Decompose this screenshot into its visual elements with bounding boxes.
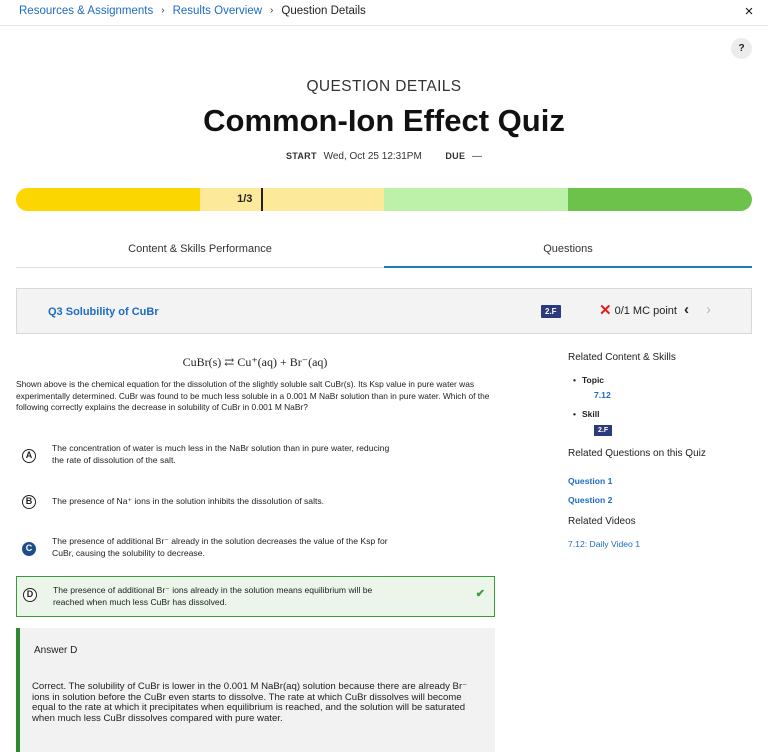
progress-segment: 1/3: [200, 188, 384, 211]
breadcrumb-results-link[interactable]: Results Overview: [173, 5, 262, 17]
choice-letter: B: [22, 495, 36, 509]
top-bar: Resources & Assignments › Results Overvi…: [0, 0, 768, 26]
choice-letter-selected: C: [22, 542, 36, 556]
breadcrumb: Resources & Assignments › Results Overvi…: [19, 4, 366, 18]
answer-choice-a[interactable]: A The concentration of water is much les…: [16, 443, 495, 471]
prev-question-button[interactable]: ‹: [684, 301, 689, 318]
choice-text: The presence of Na⁺ ions in the solution…: [52, 496, 325, 506]
question-score: ✕ 0/1 MC point: [599, 302, 677, 319]
related-questions-heading: Related Questions on this Quiz: [568, 448, 706, 459]
question-equation: CuBr(s) ⇄ Cu⁺(aq) + Br⁻(aq): [182, 355, 328, 369]
question-prompt: Shown above is the chemical equation for…: [16, 379, 490, 412]
close-icon[interactable]: ×: [739, 2, 759, 22]
skill-badge: 2.F: [541, 305, 561, 318]
related-video-link[interactable]: 7.12: Daily Video 1: [568, 539, 640, 549]
help-icon[interactable]: ?: [731, 38, 752, 59]
question-title[interactable]: Q3 Solubility of CuBr: [48, 306, 159, 318]
choice-text: The presence of additional Br⁻ already i…: [52, 536, 388, 558]
due-value: —: [472, 151, 483, 162]
quiz-dates: START Wed, Oct 25 12:31PM DUE —: [0, 151, 768, 162]
progress-segment: [384, 188, 568, 211]
choice-letter: D: [23, 588, 37, 602]
start-label: START: [285, 151, 317, 161]
answer-title: Answer D: [34, 645, 78, 656]
tab-content-skills[interactable]: Content & Skills Performance: [16, 232, 384, 267]
page-eyebrow: QUESTION DETAILS: [306, 78, 462, 95]
quiz-progress-bar: 1/3: [16, 188, 752, 211]
related-question-link[interactable]: Question 1: [568, 476, 612, 486]
tab-questions[interactable]: Questions: [384, 232, 752, 268]
check-icon: ✔: [475, 588, 485, 600]
question-header: Q3 Solubility of CuBr 2.F ✕ 0/1 MC point…: [16, 288, 752, 334]
tab-bar: Content & Skills Performance Questions: [16, 232, 752, 268]
answer-choice-d-correct[interactable]: D The presence of additional Br⁻ ions al…: [16, 576, 495, 617]
choice-letter: A: [22, 449, 36, 463]
wrong-icon: ✕: [599, 302, 612, 319]
chevron-right-icon: ›: [161, 4, 165, 16]
due-label: DUE: [445, 151, 466, 161]
answer-choice-c[interactable]: C The presence of additional Br⁻ already…: [16, 536, 495, 564]
related-content-heading: Related Content & Skills: [568, 352, 676, 363]
choice-text: The presence of additional Br⁻ ions alre…: [53, 585, 373, 607]
next-question-button[interactable]: ›: [706, 301, 711, 318]
choice-text: The concentration of water is much less …: [52, 443, 390, 465]
progress-label: 1/3: [237, 193, 253, 205]
breadcrumb-current: Question Details: [281, 5, 366, 17]
progress-marker: [261, 188, 263, 211]
related-videos-heading: Related Videos: [568, 516, 636, 527]
answer-choice-b[interactable]: B The presence of Na⁺ ions in the soluti…: [16, 494, 495, 510]
related-question-link[interactable]: Question 2: [568, 495, 612, 505]
answer-explanation: Answer D Correct. The solubility of CuBr…: [16, 628, 495, 752]
progress-segment: [16, 188, 200, 211]
answer-text: Correct. The solubility of CuBr is lower…: [32, 681, 468, 724]
score-text: 0/1 MC point: [614, 304, 677, 317]
breadcrumb-resources-link[interactable]: Resources & Assignments: [19, 5, 153, 17]
start-value: Wed, Oct 25 12:31PM: [323, 151, 422, 162]
page-title: Common-Ion Effect Quiz: [203, 103, 565, 138]
skill-badge[interactable]: 2.F: [594, 425, 613, 436]
chevron-right-icon: ›: [270, 4, 274, 16]
topic-link[interactable]: 7.12: [594, 390, 611, 400]
progress-segment: [568, 188, 752, 211]
topic-label: Topic: [573, 375, 604, 385]
skill-label: Skill: [573, 409, 600, 419]
